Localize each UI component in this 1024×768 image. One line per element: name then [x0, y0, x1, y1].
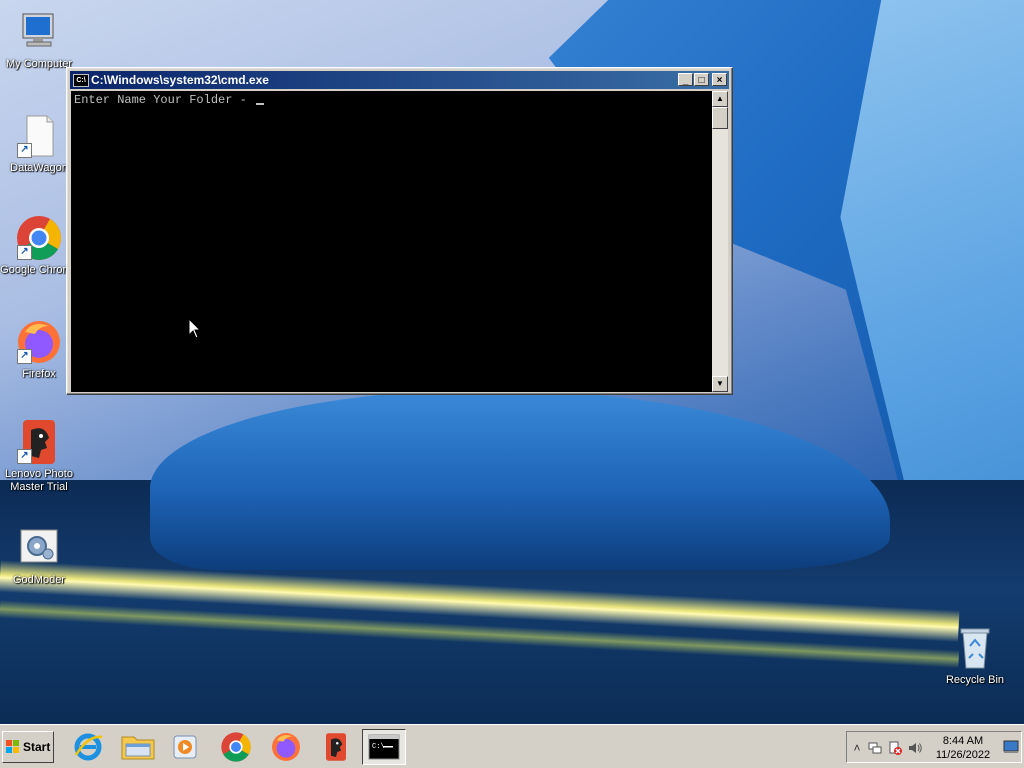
start-button[interactable]: Start [2, 731, 54, 763]
lenovo-photo-master-icon: ↗ [15, 418, 63, 466]
desktop-icon-recycle-bin[interactable]: Recycle Bin [936, 624, 1014, 687]
system-tray: ˄ 8:44 AM 11/26/2022 [846, 731, 1022, 763]
taskbar-chrome[interactable] [214, 729, 258, 765]
my-computer-icon [15, 8, 63, 56]
file-explorer-icon [121, 736, 155, 760]
vertical-scrollbar[interactable]: ▲ ▼ [712, 91, 728, 392]
internet-explorer-icon [74, 733, 103, 761]
close-button[interactable]: × [712, 73, 727, 86]
scroll-up-button[interactable]: ▲ [712, 91, 728, 107]
cmd-icon: C:\ [73, 74, 89, 87]
file-shortcut-icon: ↗ [15, 112, 63, 160]
text-cursor [256, 103, 265, 105]
console-prompt: Enter Name Your Folder - [74, 93, 255, 107]
desktop-icon-label: Lenovo Photo Master Trial [5, 468, 73, 493]
show-hidden-icons-chevron[interactable]: ˄ [849, 740, 865, 756]
scroll-down-button[interactable]: ▼ [712, 376, 728, 392]
cmd-window[interactable]: C:\ C:\Windows\system32\cmd.exe _ □ × En… [66, 67, 733, 395]
wallpaper-wave [150, 390, 890, 570]
clock[interactable]: 8:44 AM 11/26/2022 [929, 734, 997, 762]
desktop-icon-godmoder[interactable]: GodModer [0, 524, 78, 587]
desktop-background: My Computer ↗ DataWagon ↗ Google Chrome [0, 0, 1024, 724]
network-icon[interactable] [867, 740, 883, 756]
desktop-icon-lenovo-photo-master[interactable]: ↗ Lenovo Photo Master Trial [0, 418, 78, 494]
taskbar-file-explorer[interactable] [116, 729, 160, 765]
godmode-icon [15, 524, 63, 572]
desktop-icon-label: Recycle Bin [945, 674, 1005, 686]
chrome-icon: ↗ [15, 214, 63, 262]
taskbar-cmd[interactable]: C:\ [362, 729, 406, 765]
desktop-icon-my-computer[interactable]: My Computer [0, 8, 78, 71]
media-player-icon [173, 735, 197, 759]
chrome-icon [221, 732, 251, 762]
firefox-icon: ↗ [15, 318, 63, 366]
desktop-icon-label: GodModer [13, 574, 65, 586]
clock-date: 11/26/2022 [935, 749, 991, 761]
maximize-button[interactable]: □ [694, 73, 709, 86]
lenovo-photo-master-icon [326, 733, 346, 761]
start-label: Start [23, 740, 51, 754]
taskbar: Start C:\ ˄ 8:44 AM 11/26/2022 [0, 724, 1024, 768]
volume-icon[interactable] [907, 740, 923, 756]
show-desktop-icon[interactable] [1003, 740, 1019, 756]
mouse-pointer-icon [188, 318, 202, 339]
action-center-alert-icon[interactable] [887, 740, 903, 756]
taskbar-internet-explorer[interactable] [66, 729, 110, 765]
minimize-button[interactable]: _ [678, 73, 693, 86]
scroll-thumb[interactable] [712, 107, 728, 129]
taskbar-media-player[interactable] [164, 729, 208, 765]
cmd-icon: C:\ [368, 734, 400, 760]
svg-text:C:\: C:\ [372, 743, 385, 751]
window-titlebar[interactable]: C:\ C:\Windows\system32\cmd.exe _ □ × [70, 71, 729, 89]
firefox-icon [272, 733, 300, 761]
windows-logo-icon [6, 740, 19, 753]
console-area[interactable]: Enter Name Your Folder - [71, 91, 712, 392]
window-title: C:\Windows\system32\cmd.exe [91, 73, 269, 87]
clock-time: 8:44 AM [942, 735, 984, 747]
recycle-bin-icon [951, 624, 999, 672]
taskbar-lenovo-photo-master[interactable] [314, 729, 358, 765]
taskbar-firefox[interactable] [264, 729, 308, 765]
